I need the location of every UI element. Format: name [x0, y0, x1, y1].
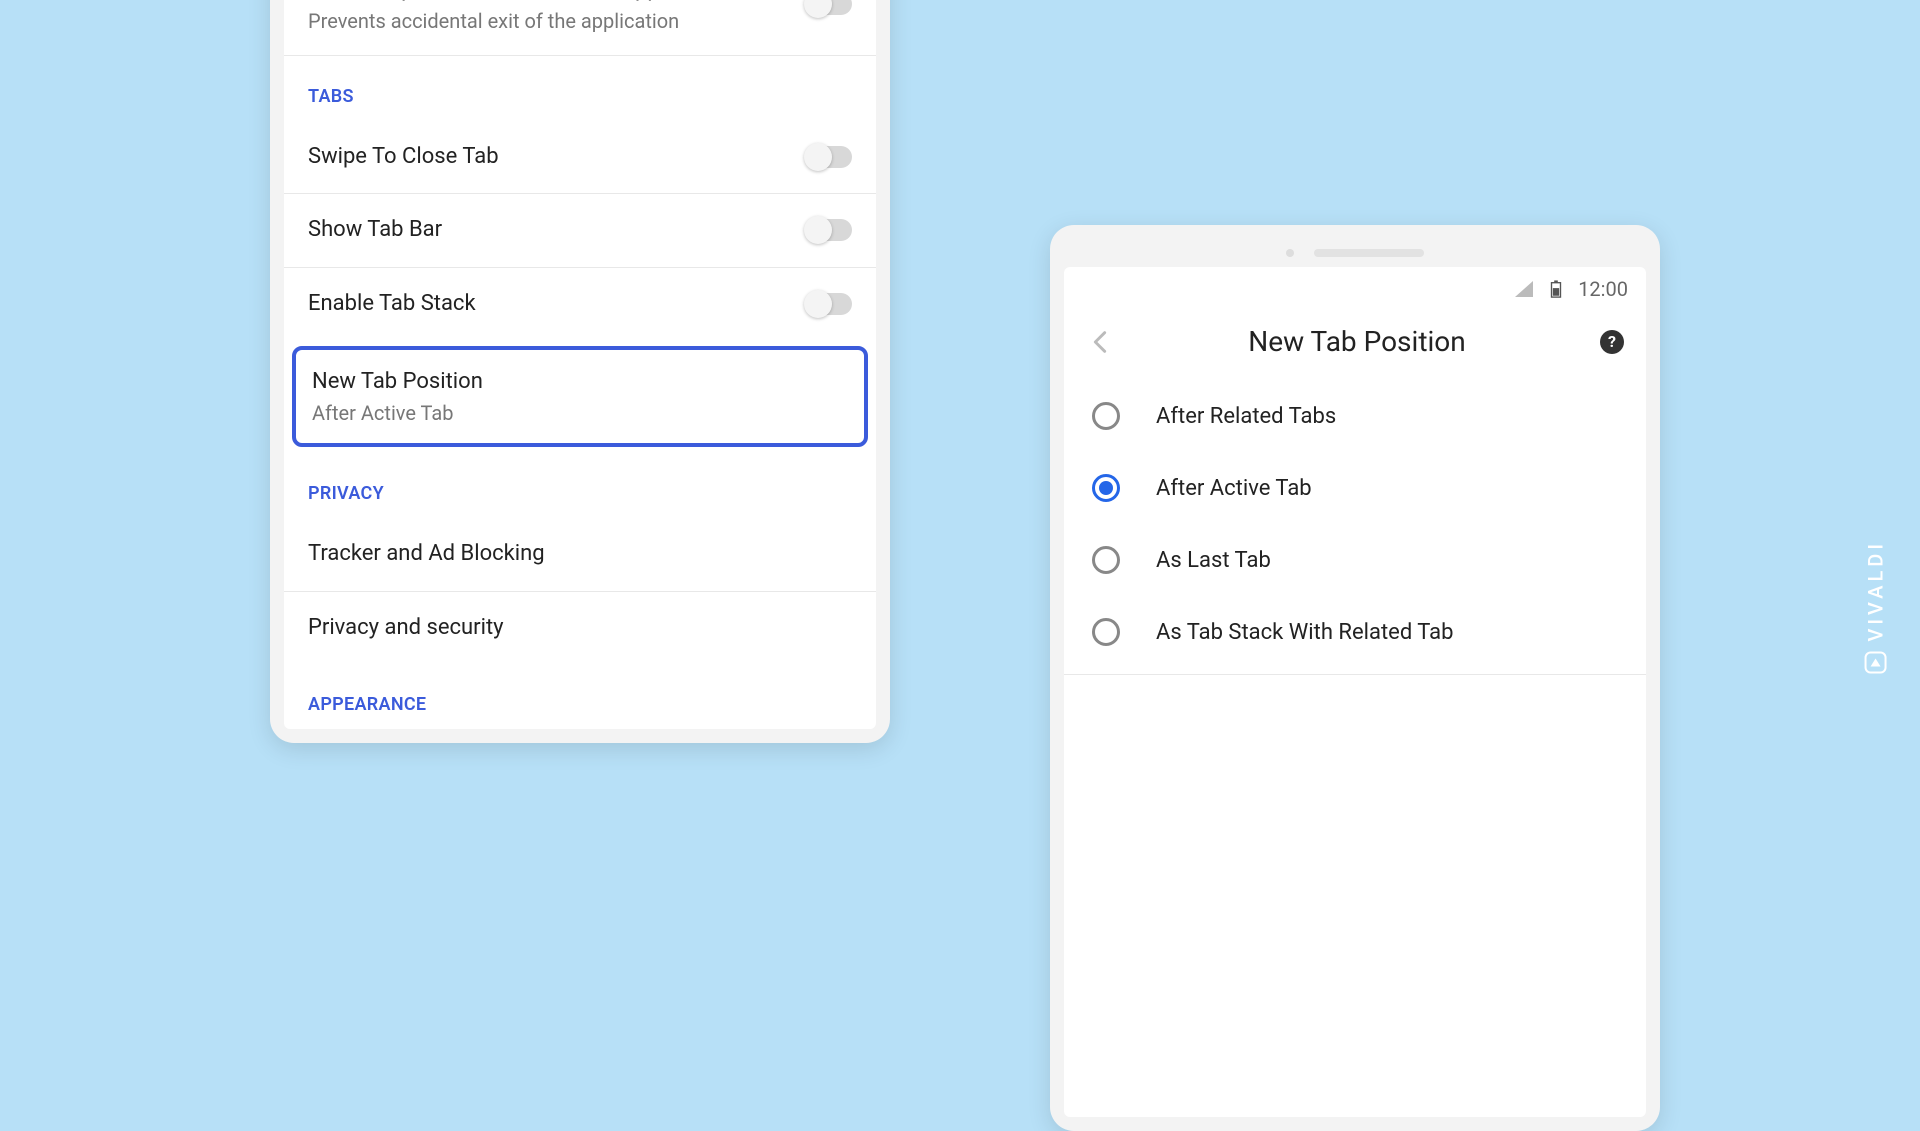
setting-title: New Tab Position	[312, 368, 848, 397]
setting-title: Double tap back button to close app	[308, 0, 806, 5]
setting-tracker-ad-blocking[interactable]: Tracker and Ad Blocking	[284, 518, 876, 592]
setting-title: Tracker and Ad Blocking	[308, 540, 545, 569]
setting-title: Swipe To Close Tab	[308, 143, 499, 172]
back-button[interactable]	[1086, 328, 1114, 356]
setting-enable-tab-stack[interactable]: Enable Tab Stack	[284, 268, 876, 341]
radio-option[interactable]: After Active Tab	[1064, 452, 1646, 524]
setting-swipe-close-tab[interactable]: Swipe To Close Tab	[284, 121, 876, 195]
radio-icon[interactable]	[1092, 474, 1120, 502]
settings-screen: Double tap back button to close app Prev…	[284, 0, 876, 729]
phone-speaker	[1286, 249, 1424, 257]
radio-label: As Last Tab	[1156, 548, 1271, 573]
radio-label: As Tab Stack With Related Tab	[1156, 620, 1453, 645]
setting-value: After Active Tab	[312, 401, 848, 425]
setting-subtitle: Prevents accidental exit of the applicat…	[308, 9, 806, 33]
radio-icon[interactable]	[1092, 546, 1120, 574]
setting-show-tab-bar[interactable]: Show Tab Bar	[284, 194, 876, 268]
toggle-show-tab-bar[interactable]	[806, 219, 852, 241]
section-header-privacy: PRIVACY	[284, 453, 876, 518]
detail-screen: 12:00 New Tab Position ? After Related T…	[1064, 267, 1646, 1117]
detail-phone-frame: 12:00 New Tab Position ? After Related T…	[1050, 225, 1660, 1131]
status-time: 12:00	[1578, 277, 1628, 301]
vivaldi-brand: VIVALDI	[1864, 540, 1888, 674]
signal-icon	[1514, 280, 1534, 298]
setting-title: Show Tab Bar	[308, 216, 442, 245]
toggle-double-tap[interactable]	[806, 0, 852, 15]
radio-label: After Active Tab	[1156, 476, 1312, 501]
radio-list: After Related Tabs After Active Tab As Las…	[1064, 380, 1646, 668]
radio-icon[interactable]	[1092, 618, 1120, 646]
setting-new-tab-position-highlight[interactable]: New Tab Position After Active Tab	[292, 346, 868, 447]
status-bar: 12:00	[1064, 267, 1646, 307]
radio-icon[interactable]	[1092, 402, 1120, 430]
radio-label: After Related Tabs	[1156, 404, 1336, 429]
header-bar: New Tab Position ?	[1064, 307, 1646, 380]
section-header-appearance: APPEARANCE	[284, 664, 876, 729]
toggle-enable-tab-stack[interactable]	[806, 293, 852, 315]
brand-text: VIVALDI	[1864, 540, 1888, 642]
help-button[interactable]: ?	[1600, 330, 1624, 354]
setting-title: Privacy and security	[308, 614, 504, 643]
section-header-tabs: TABS	[284, 56, 876, 121]
setting-double-tap[interactable]: Double tap back button to close app Prev…	[284, 0, 876, 56]
divider	[1064, 674, 1646, 675]
page-title: New Tab Position	[1114, 325, 1600, 358]
setting-title: Enable Tab Stack	[308, 290, 476, 319]
radio-option[interactable]: After Related Tabs	[1064, 380, 1646, 452]
toggle-swipe-close[interactable]	[806, 146, 852, 168]
vivaldi-logo-icon	[1865, 652, 1887, 674]
setting-privacy-security[interactable]: Privacy and security	[284, 592, 876, 665]
battery-icon	[1546, 280, 1566, 298]
radio-option[interactable]: As Tab Stack With Related Tab	[1064, 596, 1646, 668]
settings-phone-frame: Double tap back button to close app Prev…	[270, 0, 890, 743]
radio-option[interactable]: As Last Tab	[1064, 524, 1646, 596]
